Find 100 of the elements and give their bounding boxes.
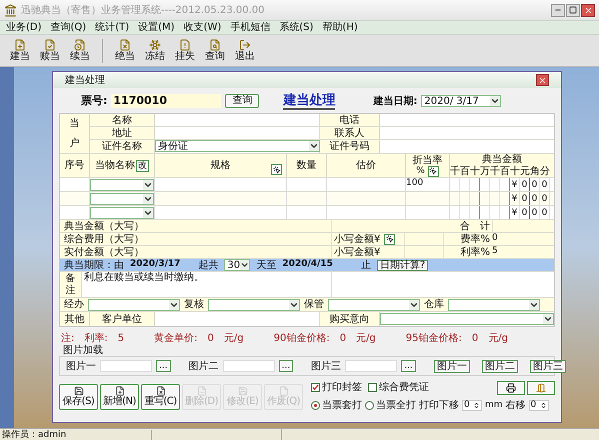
ticket-number-field[interactable]: 1170010 [111,94,222,108]
input-field[interactable] [404,233,444,245]
remarks-field[interactable]: 利息在赎当或续当时缴纳。 [82,272,332,297]
print-button[interactable] [497,380,525,394]
pointer-icon [386,235,394,243]
checkbox[interactable] [311,383,320,392]
field-label: 地址 [112,128,132,138]
amount-digit: 0 [542,208,548,218]
digit-header: 角 [530,166,540,178]
menu-item[interactable]: 查询(Q) [50,22,86,34]
browse-button[interactable]: ... [278,360,294,372]
amount-digit: 0 [532,194,538,204]
view-image-button[interactable]: 图片二 [482,360,518,372]
dropdown-field[interactable] [448,298,540,310]
action-button[interactable]: 重写(C) [141,384,180,410]
spinner-field[interactable]: 0 [528,400,549,411]
close-button[interactable] [536,74,549,86]
toolbar-button[interactable]: 赎当 [38,38,62,62]
price-value: 0 [340,332,346,346]
period-label: 天至 [256,258,276,272]
browse-button[interactable]: ... [401,360,416,372]
input-field[interactable] [222,360,275,372]
lookup-button[interactable] [384,234,396,244]
dropdown-field[interactable] [328,298,420,310]
remarks-label: 备 [66,272,76,284]
input-field[interactable] [345,360,398,372]
minimize-button[interactable] [551,4,565,16]
image-slot-label: 图片一 [66,360,96,374]
file-check-icon [44,38,56,50]
price-value: 0 [208,332,214,346]
radio-button[interactable] [311,401,320,410]
digit-header: 百 [500,166,510,178]
menu-item[interactable]: 统计(T) [95,22,130,34]
dropdown-field[interactable]: 身份证 [155,140,320,152]
chevron-icon [143,208,153,218]
dropdown-field[interactable] [90,178,154,190]
dropdown-field[interactable]: 30 [224,259,250,271]
spinner-field[interactable]: 0 [462,400,482,411]
menu-item[interactable]: 设置(M) [138,22,175,34]
menu-item[interactable]: 系统(S) [279,22,314,34]
small-amount-label: 小写金额¥ [334,246,380,260]
toolbar-button[interactable]: 退出 [233,38,257,62]
file-plus-icon [114,386,124,396]
input-field[interactable] [100,360,152,372]
file-minus-icon [196,386,206,396]
dropdown-field[interactable] [380,313,554,325]
menu-item[interactable]: 手机短信 [230,22,270,34]
close-icon [584,6,592,14]
toolbar-button[interactable]: 查询 [203,38,227,62]
end-date: 2020/4/15 [282,258,333,272]
toolbar-button[interactable]: 冻结 [143,38,167,62]
rate-value: 5 [492,246,498,256]
chevron-icon [490,96,500,106]
dropdown-field[interactable] [90,192,154,204]
total-label: 合 计 [460,220,490,234]
radio-button[interactable] [365,401,374,410]
action-button[interactable]: 保存(S) [59,384,98,410]
column-header: 序号 [64,160,84,171]
toolbar-button[interactable]: 续当 [68,38,92,62]
dropdown-field[interactable] [208,298,300,310]
dropdown-field[interactable] [90,206,154,218]
file-x-icon [119,38,131,50]
percent-label: % [416,166,425,176]
exit-button[interactable] [527,380,555,394]
toolbar-button[interactable]: 挂失 [173,38,197,62]
digit-header: 元 [520,166,530,178]
checkbox[interactable] [368,383,377,392]
dropdown-field[interactable] [88,298,180,310]
column-header: 典当金额 [481,154,523,166]
column-header: 折当率 [412,154,442,166]
rate-value: 0 [492,233,498,243]
action-button[interactable]: 新增(N) [100,384,139,410]
edit-button[interactable]: 改 [136,160,149,172]
toolbar-button[interactable]: 建当 [8,38,32,62]
file-warning-icon [179,38,191,50]
browse-button[interactable]: ... [156,360,171,372]
staff-label: 复核 [184,298,204,312]
menu-item[interactable]: 帮助(H) [322,22,358,34]
maximize-button[interactable] [566,4,580,16]
input-field[interactable] [404,246,444,258]
menu-item[interactable]: 业务(D) [6,22,42,34]
date-calc-button[interactable]: 日期计算? [376,260,428,270]
menu-item[interactable]: 收支(W) [184,22,222,34]
toolbar-button[interactable]: 绝当 [113,38,137,62]
column-header: 当物名称 [95,158,135,173]
chevron-icon [309,141,319,151]
query-button[interactable]: 查询 [225,94,260,108]
file-plus-icon [14,38,26,50]
amount-digit: 0 [542,194,548,204]
dropdown-field[interactable]: 2020/ 3/17 [421,95,502,107]
lookup-button[interactable] [428,166,439,176]
view-image-button[interactable]: 图片一 [434,360,470,372]
close-button[interactable] [581,4,595,16]
radio-label: 当票套打 [322,398,362,413]
spinner-label: 右移 [506,399,526,413]
price-unit: 元/g [488,332,508,346]
total-label: 典当金额（大写） [64,220,144,234]
check-icon [312,384,319,391]
view-image-button[interactable]: 图片三 [530,360,566,372]
lookup-button[interactable] [271,164,282,175]
